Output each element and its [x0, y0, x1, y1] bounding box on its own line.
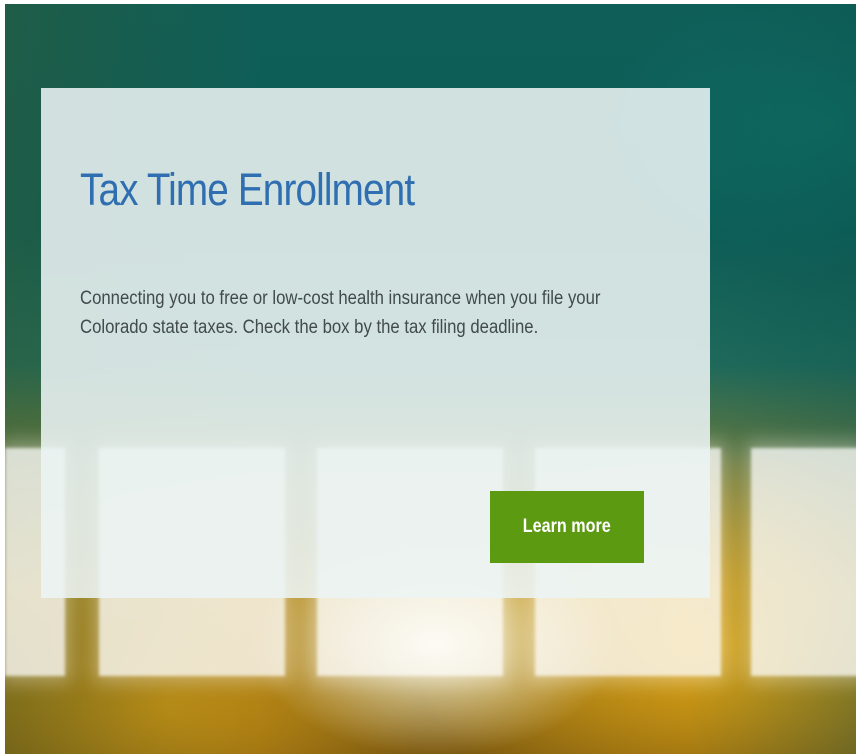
- hero-card: Tax Time Enrollment Connecting you to fr…: [41, 88, 710, 598]
- learn-more-button[interactable]: Learn more: [490, 491, 644, 563]
- hero-title: Tax Time Enrollment: [80, 164, 415, 215]
- learn-more-label: Learn more: [523, 516, 611, 537]
- hero-description: Connecting you to free or low-cost healt…: [80, 288, 601, 338]
- background-light-square: [751, 448, 856, 676]
